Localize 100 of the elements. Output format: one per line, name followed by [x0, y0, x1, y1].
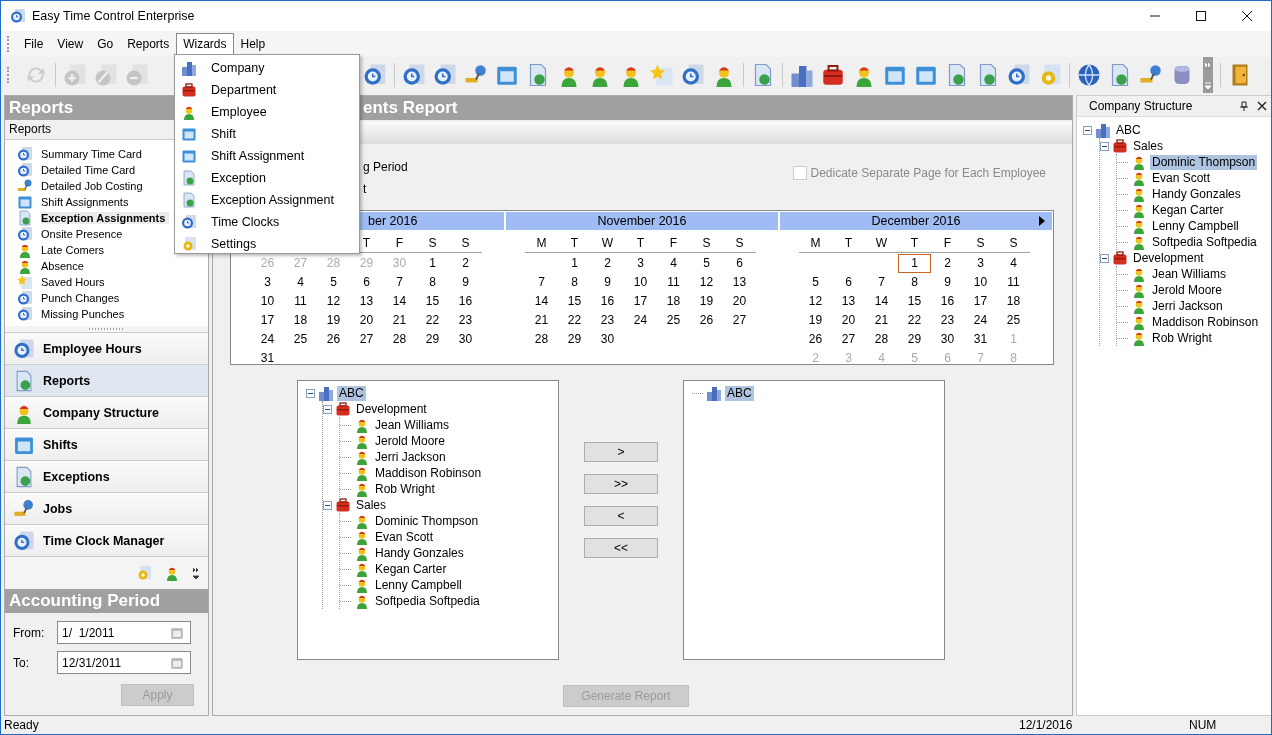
calendar-day[interactable]: 23 — [449, 311, 482, 330]
calendar-day[interactable]: 28 — [525, 330, 558, 349]
close-icon[interactable] — [1257, 101, 1267, 111]
calendar-day[interactable]: 19 — [690, 292, 723, 311]
calendar-day[interactable]: 6 — [832, 273, 865, 292]
collapse-icon[interactable] — [323, 500, 332, 510]
calendar-day[interactable]: 3 — [624, 254, 657, 273]
tree-item[interactable]: Rob Wright — [373, 481, 437, 497]
calendar-day[interactable]: 14 — [383, 292, 416, 311]
tree-item[interactable]: Jean Williams — [1150, 266, 1228, 282]
calendar-day[interactable]: 26 — [690, 311, 723, 330]
calendar-day[interactable]: 13 — [723, 273, 756, 292]
calendar-day[interactable]: 21 — [525, 311, 558, 330]
date-field[interactable]: 12/31/2011 — [57, 651, 191, 674]
chevron-icon[interactable] — [192, 566, 200, 580]
calendar-day[interactable]: 29 — [898, 330, 931, 349]
calendar-day[interactable]: 17 — [624, 292, 657, 311]
calendar-day[interactable]: 8 — [558, 273, 591, 292]
nav-button[interactable]: Time Clock Manager — [5, 525, 208, 557]
calendar-day[interactable]: 9 — [591, 273, 624, 292]
calendar-day[interactable]: 30 — [931, 330, 964, 349]
calendar-day[interactable]: 15 — [898, 292, 931, 311]
calendar-day[interactable]: 28 — [383, 330, 416, 349]
calendar-day[interactable]: 2 — [591, 254, 624, 273]
tree-item[interactable]: Jerold Moore — [1150, 282, 1225, 298]
date-field[interactable]: 1/ 1/2011 — [57, 621, 191, 644]
calendar-day[interactable]: 30 — [449, 330, 482, 349]
report-item[interactable]: Detailed Time Card — [41, 164, 136, 176]
calendar-day[interactable]: 31 — [964, 330, 997, 349]
calendar-day[interactable]: 10 — [964, 273, 997, 292]
report-item[interactable]: Summary Time Card — [41, 148, 142, 160]
tree-item[interactable]: Softpedia Softpedia — [373, 593, 482, 609]
tree-item[interactable]: Sales — [354, 497, 389, 513]
calendar-day[interactable]: 31 — [251, 349, 284, 368]
calendar-day[interactable]: 22 — [558, 311, 591, 330]
move-button[interactable]: >> — [584, 474, 658, 494]
calendar-day[interactable]: 4 — [997, 254, 1030, 273]
calendar-day[interactable]: 6 — [350, 273, 383, 292]
tree-item[interactable]: Evan Scott — [373, 529, 436, 545]
calendar-day[interactable]: 25 — [657, 311, 690, 330]
menu-item[interactable]: Reports — [120, 33, 177, 55]
pin-icon[interactable] — [1239, 101, 1249, 111]
tree-item[interactable]: Dominic Thompson — [1150, 154, 1258, 170]
calendar-day[interactable]: 11 — [997, 273, 1030, 292]
calendar-day[interactable]: 10 — [624, 273, 657, 292]
menu-item[interactable]: Shift Assignment — [175, 145, 359, 167]
calendar-day[interactable]: 1 — [898, 254, 931, 273]
calendar-day[interactable]: 9 — [931, 273, 964, 292]
calendar-day[interactable]: 24 — [964, 311, 997, 330]
overflow-icon[interactable] — [1203, 57, 1213, 93]
calendar-day[interactable]: 20 — [723, 292, 756, 311]
calendar-day[interactable]: 1 — [416, 254, 449, 273]
tree-item[interactable]: Handy Gonzales — [373, 545, 466, 561]
calendar-day[interactable]: 19 — [799, 311, 832, 330]
tree-item[interactable]: Handy Gonzales — [1150, 186, 1243, 202]
calendar-day[interactable]: 13 — [350, 292, 383, 311]
nav-button[interactable]: Company Structure — [5, 397, 208, 429]
calendar-day[interactable]: 2 — [449, 254, 482, 273]
calendar-day[interactable]: 5 — [317, 273, 350, 292]
report-item[interactable]: Exception Assignments — [41, 212, 170, 224]
calendar-day[interactable]: 17 — [251, 311, 284, 330]
tree-item[interactable]: Kegan Carter — [373, 561, 449, 577]
calendar-day[interactable]: 12 — [317, 292, 350, 311]
splitter-grip-icon[interactable] — [88, 327, 125, 331]
calendar-day[interactable]: 18 — [284, 311, 317, 330]
tree-item[interactable]: Jean Williams — [373, 417, 451, 433]
calendar-day[interactable]: 17 — [964, 292, 997, 311]
calendar-day[interactable]: 21 — [383, 311, 416, 330]
report-item[interactable]: Onsite Presence — [41, 228, 123, 240]
calendar-day[interactable]: 20 — [832, 311, 865, 330]
calendar-day[interactable]: 19 — [317, 311, 350, 330]
collapse-icon[interactable] — [1083, 125, 1092, 135]
move-button[interactable]: > — [584, 442, 658, 462]
tree-item[interactable]: Rob Wright — [1150, 330, 1214, 346]
tree-item[interactable]: Jerri Jackson — [1150, 298, 1225, 314]
calendar-day[interactable]: 15 — [416, 292, 449, 311]
calendar-day[interactable]: 22 — [416, 311, 449, 330]
menu-item[interactable]: Company — [175, 57, 359, 79]
tree-item[interactable]: ABC — [725, 385, 754, 401]
calendar-day[interactable]: 7 — [865, 273, 898, 292]
calendar-day[interactable]: 15 — [558, 292, 591, 311]
calendar-day[interactable]: 27 — [350, 330, 383, 349]
calendar-day[interactable]: 16 — [591, 292, 624, 311]
report-item[interactable]: Punch Changes — [41, 292, 120, 304]
move-button[interactable]: < — [584, 506, 658, 526]
move-button[interactable]: << — [584, 538, 658, 558]
calendar-day[interactable]: 14 — [865, 292, 898, 311]
calendar-day[interactable]: 26 — [799, 330, 832, 349]
next-month-icon[interactable] — [1038, 216, 1046, 226]
tree-item[interactable]: Sales — [1131, 138, 1166, 154]
tree-item[interactable]: Softpedia Softpedia — [1150, 234, 1259, 250]
tree-item[interactable]: Jerold Moore — [373, 433, 448, 449]
calendar-day[interactable]: 18 — [997, 292, 1030, 311]
calendar-day[interactable]: 1 — [558, 254, 591, 273]
calendar-day[interactable]: 20 — [350, 311, 383, 330]
report-item[interactable]: Late Comers — [41, 244, 104, 256]
calendar-day[interactable]: 29 — [558, 330, 591, 349]
tree-item[interactable]: ABC — [337, 385, 366, 401]
calendar-day[interactable]: 30 — [591, 330, 624, 349]
report-item[interactable]: Saved Hours — [41, 276, 105, 288]
